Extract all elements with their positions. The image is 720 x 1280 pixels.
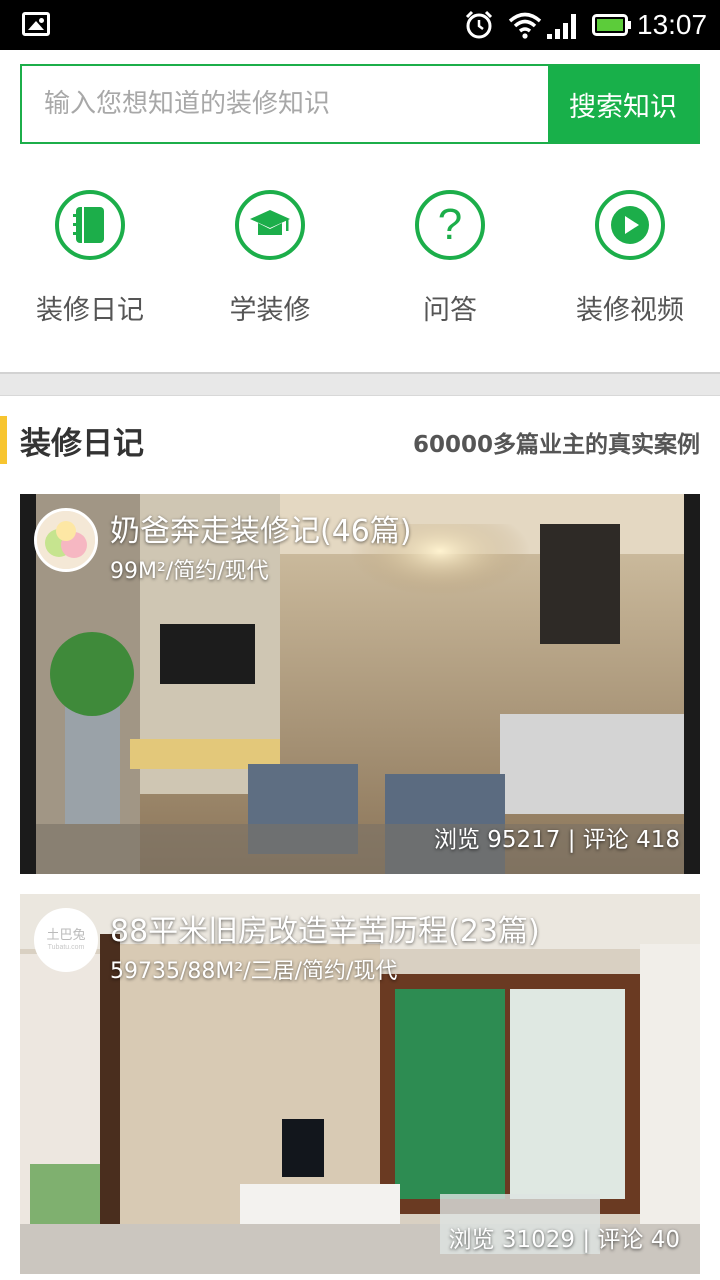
diary-title: 88平米旧房改造辛苦历程(23篇) — [110, 914, 540, 949]
diary-stats: 浏览 95217 | 评论 418 — [433, 827, 680, 853]
graduation-cap-icon — [235, 190, 305, 260]
question-icon: ? — [415, 190, 485, 260]
tubatu-logo-icon: 土巴兔 — [46, 928, 86, 944]
status-bar: 13:07 — [0, 0, 720, 50]
search-input[interactable] — [22, 66, 548, 142]
section-subtitle[interactable]: 60000多篇业主的真实案例 — [413, 425, 700, 459]
category-qa-label: 问答 — [423, 295, 477, 326]
category-diary-label: 装修日记 — [36, 295, 144, 326]
section-divider — [0, 372, 720, 396]
category-video[interactable]: 装修视频 — [540, 190, 720, 340]
category-video-label: 装修视频 — [576, 295, 684, 326]
notebook-icon — [55, 190, 125, 260]
battery-icon — [592, 14, 631, 36]
category-diary[interactable]: 装修日记 — [0, 190, 180, 340]
section-title: 装修日记 — [20, 426, 144, 462]
tubatu-logo-subtext: Tubatu.com — [47, 943, 85, 951]
diary-card[interactable]: 奶爸奔走装修记(46篇) 99M²/简约/现代 浏览 95217 | 评论 41… — [20, 494, 700, 874]
play-icon — [595, 190, 665, 260]
category-nav: 装修日记 学装修 ? 问答 装修视频 — [0, 190, 720, 340]
diary-card[interactable]: 土巴兔 Tubatu.com 88平米旧房改造辛苦历程(23篇) 59735/8… — [20, 894, 700, 1274]
status-time: 13:07 — [637, 9, 708, 40]
author-avatar[interactable]: 土巴兔 Tubatu.com — [34, 908, 98, 972]
diary-meta: 59735/88M²/三居/简约/现代 — [110, 959, 398, 984]
signal-icon — [547, 14, 576, 39]
search-bar: 搜索知识 — [20, 64, 700, 144]
author-avatar[interactable] — [34, 508, 98, 572]
diary-meta: 99M²/简约/现代 — [110, 559, 269, 584]
diary-title: 奶爸奔走装修记(46篇) — [110, 514, 412, 549]
search-button[interactable]: 搜索知识 — [548, 66, 698, 142]
alarm-icon — [465, 10, 493, 39]
diary-stats: 浏览 31029 | 评论 40 — [448, 1227, 680, 1253]
wifi-icon — [508, 12, 542, 39]
gallery-icon — [22, 12, 50, 36]
bedroom-photo — [20, 894, 700, 1274]
living-room-photo — [20, 494, 700, 874]
category-learn[interactable]: 学装修 — [180, 190, 360, 340]
diary-section-header: 装修日记 60000多篇业主的真实案例 — [0, 414, 720, 466]
section-accent-bar — [0, 416, 7, 464]
category-learn-label: 学装修 — [229, 295, 311, 326]
category-qa[interactable]: ? 问答 — [360, 190, 540, 340]
